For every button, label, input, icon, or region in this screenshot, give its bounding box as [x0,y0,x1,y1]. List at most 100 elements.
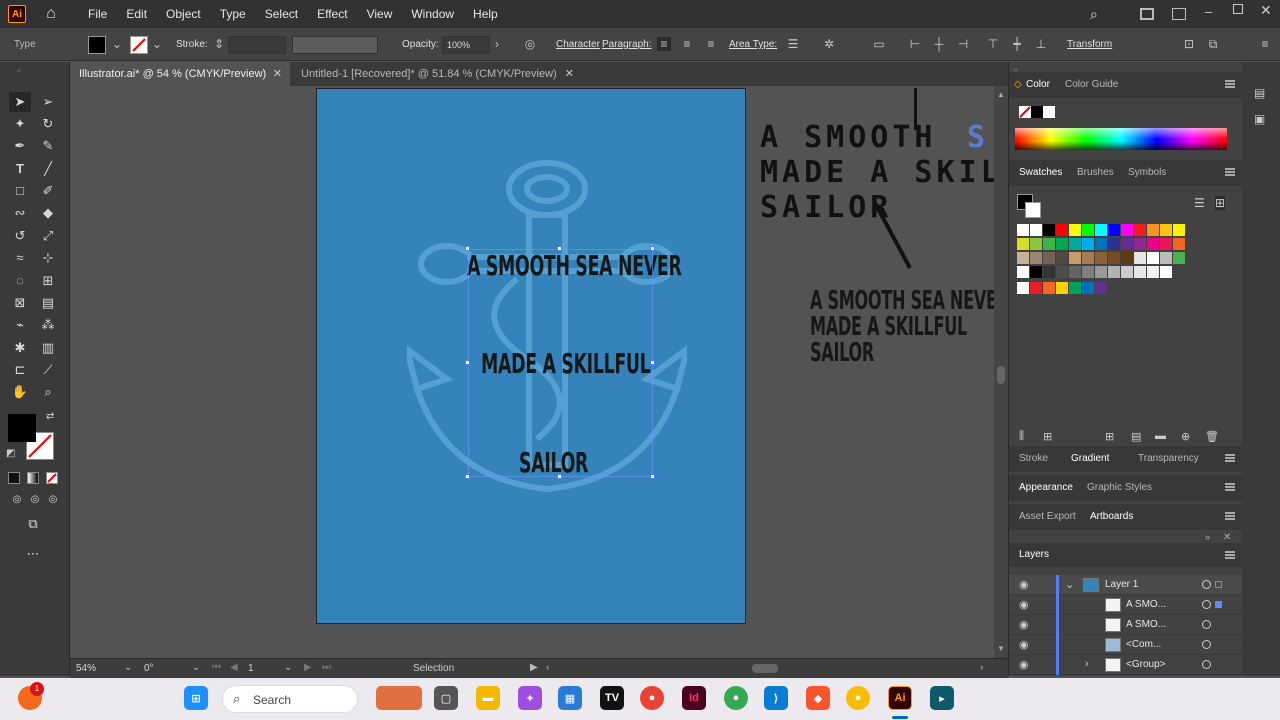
selection-handle[interactable] [557,474,562,479]
next-artboard-icon[interactable]: ▶ [304,662,312,673]
swatch-chip[interactable] [1069,282,1081,294]
selection-handle[interactable] [650,474,655,479]
tab-swatches[interactable]: Swatches [1019,160,1062,186]
recolor-icon[interactable]: ◎ [523,37,537,51]
align-right-edges-icon[interactable]: ⊣ [956,37,970,51]
swatch-chip[interactable] [1108,238,1120,250]
list-view-icon[interactable]: ☰ [1194,196,1205,210]
swatch-chip[interactable] [1173,252,1185,264]
swatch-libraries-icon[interactable]: ⫼ [1019,430,1024,443]
align-right-icon[interactable]: ≡ [704,37,718,51]
terminal-icon[interactable]: ▸ [930,686,954,710]
panel-menu-icon[interactable] [1225,168,1235,176]
swatch-chip[interactable] [1160,224,1172,236]
eraser-tool-icon[interactable]: ◆ [37,203,59,223]
panel-menu-icon[interactable] [1225,454,1235,462]
scroll-left-icon[interactable]: ‹ [546,662,549,673]
gradient-tool-icon[interactable]: ▤ [37,293,59,313]
stroke-stepper-icon[interactable]: ⇕ [212,37,226,51]
eye-icon[interactable]: ◉ [1019,578,1029,591]
puppet-warp-icon[interactable]: ✲ [822,37,836,51]
scroll-right-icon[interactable]: › [980,662,983,673]
panel-menu-icon[interactable] [1225,483,1235,491]
swatch-chip[interactable] [1121,252,1133,264]
swatch-chip[interactable] [1056,252,1068,264]
selection-handle[interactable] [465,474,470,479]
align-top-edges-icon[interactable]: ⊤ [986,37,1000,51]
first-artboard-icon[interactable]: ⏮ [212,662,221,673]
eye-icon[interactable]: ◉ [1019,618,1029,631]
tab-symbols[interactable]: Symbols [1128,160,1166,186]
swatch-stroke-indicator[interactable] [1025,202,1041,218]
copilot-icon[interactable]: ✦ [518,686,542,710]
rectangle-tool-icon[interactable]: □ [9,181,31,201]
align-center-icon[interactable]: ≡ [680,37,694,51]
chevron-down-icon[interactable]: ⌄ [1065,578,1074,591]
black-color-chip[interactable] [1031,106,1043,118]
none-mode-icon[interactable] [46,472,58,484]
tab-illustrator-ai[interactable]: Illustrator.ai* @ 54 % (CMYK/Preview) ✕ [70,62,290,86]
tab-transparency[interactable]: Transparency [1138,446,1199,472]
swatch-chip[interactable] [1095,252,1107,264]
rotation-value[interactable]: 0° [144,663,154,674]
close-window-icon[interactable]: ✕ [1260,2,1272,19]
paintbrush-tool-icon[interactable]: ✐ [37,181,59,201]
eye-icon[interactable]: ◉ [1019,638,1029,651]
vscode-icon[interactable]: ⟩ [764,686,788,710]
chevron-down-icon[interactable]: ⌄ [284,662,292,673]
align-left-icon[interactable]: ≡ [657,37,671,51]
color-spectrum[interactable] [1015,128,1227,150]
scale-tool-icon[interactable]: ⤢ [37,226,59,246]
column-graph-tool-icon[interactable]: ▥ [37,338,59,358]
panel-menu-icon[interactable]: ≡ [1258,37,1272,51]
isolate-icon[interactable]: ⊡ [1182,37,1196,51]
fill-color-front[interactable] [8,414,36,442]
close-icon[interactable]: ✕ [273,62,282,86]
curvature-tool-icon[interactable]: ✎ [37,136,59,156]
taskbar-search[interactable]: ⌕ Search [222,685,358,713]
maximize-icon[interactable] [1233,4,1243,14]
swatch-chip[interactable] [1082,282,1094,294]
shape-icon[interactable]: ▭ [872,37,886,51]
color-group-icon[interactable]: ▤ [1131,430,1141,443]
new-group-icon[interactable]: ▬ [1155,430,1166,442]
swatch-chip[interactable] [1160,238,1172,250]
selection-indicator[interactable] [1215,581,1222,588]
properties-panel-icon[interactable]: ▤ [1254,86,1265,100]
swatch-chip[interactable] [1043,252,1055,264]
swatch-chip[interactable] [1134,238,1146,250]
rotate-tool-icon[interactable]: ↺ [9,226,31,246]
white-color-chip[interactable] [1043,106,1055,118]
search-icon[interactable]: ⌕ [1090,6,1106,22]
swatch-chip[interactable] [1030,252,1042,264]
swatch-chip[interactable] [1082,266,1094,278]
symbol-sprayer-tool-icon[interactable]: ✱ [9,338,31,358]
slice-tool-icon[interactable]: ⟋ [37,360,59,380]
arrange-icon[interactable]: ⧉ [1206,37,1220,51]
scroll-thumb[interactable] [997,366,1005,384]
swatch-chip[interactable] [1056,266,1068,278]
layer-row-text-2[interactable]: ◉ A SMO... [1009,615,1243,635]
hand-tool-icon[interactable]: ✋ [9,382,31,402]
layer-target-icon[interactable] [1202,640,1211,649]
menu-window[interactable]: Window [411,7,454,21]
menu-help[interactable]: Help [473,7,498,21]
grid-view-icon[interactable]: ⊞ [1215,196,1226,210]
swatch-chip[interactable] [1134,266,1146,278]
selection-handle[interactable] [465,360,470,365]
swatch-chip[interactable] [1095,238,1107,250]
eyedropper-tool-icon[interactable]: ⌁ [9,315,31,335]
copilot-people-icon[interactable] [376,686,422,710]
swatch-chip[interactable] [1030,224,1042,236]
align-bottom-edges-icon[interactable]: ⊥ [1034,37,1048,51]
swatch-chip[interactable] [1160,252,1172,264]
illustrator-taskbar-icon[interactable]: Ai [888,686,912,710]
warp-tool-icon[interactable]: ≈ [9,248,31,268]
swatch-chip[interactable] [1043,224,1055,236]
swatch-chip[interactable] [1082,224,1094,236]
type-tool-icon[interactable]: T [9,159,31,179]
selection-handle[interactable] [650,246,655,251]
swatch-chip[interactable] [1134,252,1146,264]
chevron-down-icon[interactable]: ⌄ [192,662,200,673]
artboard[interactable]: A SMOOTH SEA NEVER MADE A SKILLFUL SAILO… [316,88,746,624]
